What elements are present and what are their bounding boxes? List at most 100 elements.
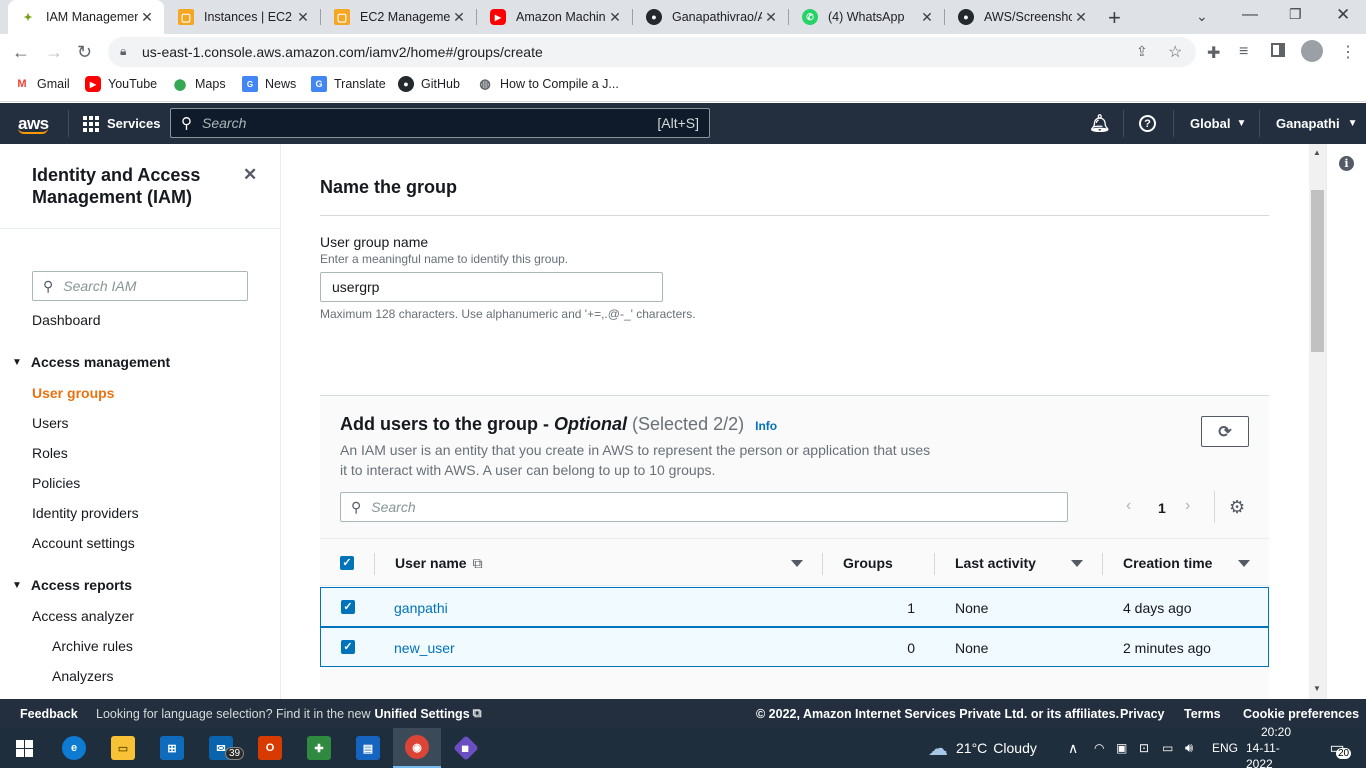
new-tab-button[interactable]: + — [1108, 5, 1121, 31]
edge-icon[interactable]: e — [50, 728, 98, 768]
sidebar-item-roles[interactable]: Roles — [32, 445, 68, 461]
mail-icon[interactable]: ✉ 39 — [197, 728, 245, 768]
sort-caret-icon[interactable] — [1071, 560, 1083, 567]
language-indicator[interactable]: ENG — [1212, 728, 1238, 768]
access-management-section[interactable]: ▼ Access management — [12, 354, 170, 370]
side-panel-icon[interactable] — [1271, 43, 1285, 57]
access-reports-section[interactable]: ▼ Access reports — [12, 577, 132, 593]
news-app-icon[interactable]: ▤ — [344, 728, 392, 768]
aws-logo[interactable]: aws — [18, 103, 49, 144]
tab-whatsapp[interactable]: ✆ (4) WhatsApp ✕ — [790, 0, 944, 34]
page-scrollbar[interactable]: ▲ ▼ — [1309, 144, 1326, 699]
prev-page-icon[interactable]: ‹ — [1126, 497, 1131, 515]
tab-iam[interactable]: ✦ IAM Managemen ✕ — [8, 0, 164, 34]
close-tab-icon[interactable]: ✕ — [762, 9, 780, 26]
scroll-up-icon[interactable]: ▲ — [1313, 148, 1321, 157]
sidebar-item-identity-providers[interactable]: Identity providers — [32, 505, 139, 521]
aws-search-input[interactable]: ⚲ Search [Alt+S] — [170, 108, 710, 138]
user-name-link[interactable]: ganpathi — [394, 588, 448, 628]
next-page-icon[interactable]: › — [1185, 497, 1190, 515]
reload-icon[interactable]: ↻ — [77, 42, 92, 63]
media-icon[interactable]: ≡ — [1239, 43, 1248, 61]
sidebar-item-users[interactable]: Users — [32, 415, 69, 431]
help-icon[interactable]: ? — [1139, 103, 1156, 144]
windows-start-icon[interactable] — [0, 728, 48, 768]
app-icon[interactable]: ✚ — [295, 728, 343, 768]
extensions-icon[interactable]: ✚ — [1207, 43, 1220, 63]
close-tab-icon[interactable]: ✕ — [138, 9, 156, 26]
preferences-gear-icon[interactable]: ⚙ — [1229, 497, 1245, 518]
close-tab-icon[interactable]: ✕ — [1072, 9, 1090, 26]
store-icon[interactable]: ⊞ — [148, 728, 196, 768]
close-tab-icon[interactable]: ✕ — [450, 9, 468, 26]
services-menu[interactable]: Services — [83, 103, 161, 144]
column-header-creation-time[interactable]: Creation time — [1123, 539, 1212, 587]
privacy-link[interactable]: Privacy — [1120, 699, 1164, 728]
info-icon[interactable]: i — [1339, 156, 1354, 171]
display-icon[interactable]: ⊡ — [1139, 728, 1149, 768]
users-search-input[interactable]: ⚲ Search — [340, 492, 1068, 522]
scrollbar-thumb[interactable] — [1311, 190, 1324, 352]
column-header-groups[interactable]: Groups — [843, 539, 893, 587]
battery-icon[interactable]: ▭ — [1162, 728, 1173, 768]
notifications-bell-icon[interactable]: 🔔︎ — [1089, 103, 1111, 144]
sidebar-item-user-groups[interactable]: User groups — [32, 385, 114, 401]
close-tab-icon[interactable]: ✕ — [294, 9, 312, 26]
forward-arrow-icon[interactable]: → — [45, 42, 63, 63]
table-row[interactable]: ✓ new_user 0 None 2 minutes ago — [320, 627, 1269, 667]
bookmark-translate[interactable]: G Translate — [311, 70, 386, 98]
sidebar-item-archive-rules[interactable]: Archive rules — [52, 638, 133, 654]
notification-center-icon[interactable]: ▭ 20 — [1322, 728, 1352, 768]
network-icon[interactable]: ◠ — [1094, 728, 1104, 768]
row-checkbox[interactable]: ✓ — [341, 640, 355, 654]
close-sidebar-icon[interactable]: ✕ — [243, 165, 257, 185]
row-checkbox[interactable]: ✓ — [341, 600, 355, 614]
minimize-icon[interactable]: — — [1242, 6, 1258, 24]
tab-ec2[interactable]: ▢ EC2 Managemen ✕ — [322, 0, 476, 34]
table-row[interactable]: ✓ ganpathi 1 None 4 days ago — [320, 587, 1269, 627]
show-hidden-icons[interactable]: ∧ — [1068, 728, 1078, 768]
tab-github-ganapathi[interactable]: ● Ganapathivrao/A ✕ — [634, 0, 788, 34]
bookmark-compile[interactable]: ◍ How to Compile a J... — [477, 70, 618, 98]
terms-link[interactable]: Terms — [1184, 699, 1221, 728]
clock[interactable]: 20:20 14-11-2022 — [1246, 725, 1306, 771]
feedback-link[interactable]: Feedback — [20, 699, 78, 728]
office-icon[interactable]: O — [246, 728, 294, 768]
profile-avatar[interactable] — [1301, 40, 1323, 62]
sidebar-item-policies[interactable]: Policies — [32, 475, 80, 491]
bookmark-gmail[interactable]: M Gmail — [14, 70, 69, 98]
sidebar-item-dashboard[interactable]: Dashboard — [32, 312, 101, 328]
info-link[interactable]: Info — [755, 419, 777, 433]
scroll-down-icon[interactable]: ▼ — [1313, 684, 1321, 693]
close-tab-icon[interactable]: ✕ — [918, 9, 936, 26]
back-arrow-icon[interactable]: ← — [12, 42, 30, 63]
unified-settings-link[interactable]: Unified Settings — [375, 707, 470, 721]
refresh-button[interactable]: ⟳ — [1201, 416, 1249, 447]
region-selector[interactable]: Global ▼ — [1190, 103, 1246, 144]
page-number[interactable]: 1 — [1158, 500, 1166, 516]
url-field[interactable]: 🔒︎ us-east-1.console.aws.amazon.com/iamv… — [108, 37, 1196, 67]
share-icon[interactable]: ⇪ — [1136, 43, 1148, 60]
sidebar-search-input[interactable]: ⚲ Search IAM — [32, 271, 248, 301]
bookmark-youtube[interactable]: ▶ YouTube — [85, 70, 157, 98]
bookmark-news[interactable]: G News — [242, 70, 296, 98]
select-all-checkbox[interactable]: ✓ — [340, 556, 354, 570]
file-explorer-icon[interactable]: ▭ — [99, 728, 147, 768]
sidebar-item-analyzers[interactable]: Analyzers — [52, 668, 113, 684]
tab-search-icon[interactable]: ⌄ — [1196, 8, 1208, 25]
bookmark-maps[interactable]: ⬤ Maps — [172, 70, 226, 98]
browser-menu-icon[interactable]: ⋮ — [1340, 42, 1356, 62]
weather-widget[interactable]: ☁ 21°C Cloudy — [928, 728, 1037, 768]
group-name-input[interactable]: usergrp — [320, 272, 663, 302]
column-header-user-name[interactable]: User name ⧉ — [395, 539, 483, 587]
sidebar-item-access-analyzer[interactable]: Access analyzer — [32, 608, 134, 624]
meet-icon[interactable]: ▣ — [1116, 728, 1127, 768]
restore-icon[interactable]: ❐ — [1289, 6, 1302, 23]
tab-instances[interactable]: ▢ Instances | EC2 M ✕ — [166, 0, 320, 34]
user-name-link[interactable]: new_user — [394, 628, 455, 668]
bookmark-github[interactable]: ● GitHub — [398, 70, 460, 98]
tab-amazon-machine[interactable]: ▶ Amazon Machine ✕ — [478, 0, 632, 34]
account-menu[interactable]: Ganapathi ▼ — [1276, 103, 1357, 144]
tab-github-aws[interactable]: ● AWS/Screenshot ✕ — [946, 0, 1098, 34]
volume-icon[interactable]: 🔊︎ — [1185, 728, 1193, 768]
